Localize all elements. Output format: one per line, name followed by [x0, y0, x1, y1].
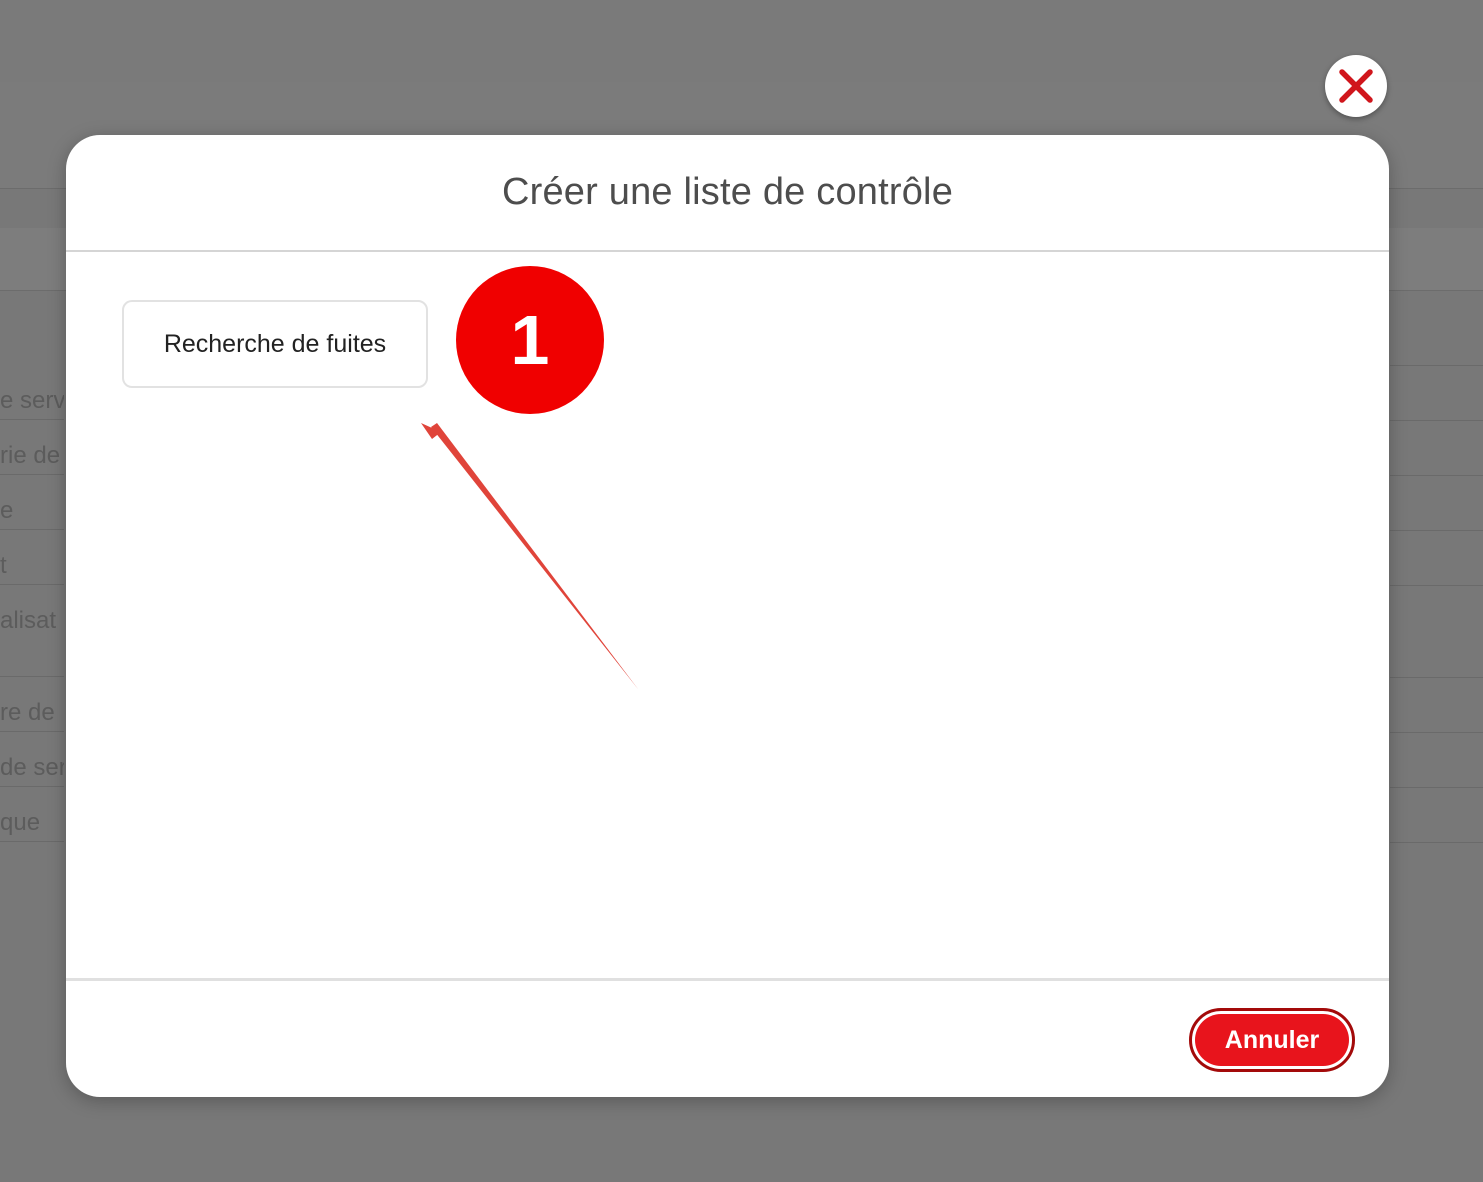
modal-footer: Annuler	[66, 978, 1389, 1097]
modal-title: Créer une liste de contrôle	[501, 171, 954, 213]
modal-body: Recherche de fuites 1	[66, 252, 1389, 978]
background-row-label: de ser	[0, 754, 64, 781]
background-row-divider	[1390, 787, 1483, 788]
background-row: alisat	[0, 585, 64, 677]
background-header-band	[0, 0, 1483, 83]
background-row-divider	[1390, 732, 1483, 733]
background-row-label: re de	[0, 699, 55, 726]
background-row: e serv	[0, 365, 64, 420]
background-row-divider	[1390, 475, 1483, 476]
create-checklist-modal: Créer une liste de contrôle Recherche de…	[66, 135, 1389, 1097]
annotation-arrow-icon	[421, 423, 638, 689]
cancel-button-label: Annuler	[1224, 1025, 1320, 1054]
background-row: e	[0, 475, 64, 530]
background-row-divider	[1390, 842, 1483, 843]
background-row-divider	[1390, 530, 1483, 531]
cancel-button-fill: Annuler	[1195, 1014, 1349, 1066]
background-row-label: e serv	[0, 387, 64, 414]
close-button[interactable]	[1325, 55, 1387, 117]
close-x-icon	[1339, 69, 1373, 103]
background-row: re de	[0, 677, 64, 732]
background-row: que	[0, 787, 64, 842]
background-row-divider	[1390, 420, 1483, 421]
background-row: rie de	[0, 420, 64, 475]
background-row-label: t	[0, 552, 7, 579]
background-row-label: e	[0, 497, 14, 524]
background-row-divider	[1390, 585, 1483, 586]
background-row-divider	[1390, 677, 1483, 678]
background-row: t	[0, 530, 64, 585]
background-row-divider	[1390, 365, 1483, 366]
background-row-label: rie de	[0, 442, 61, 469]
modal-header: Créer une liste de contrôle	[66, 135, 1389, 252]
cancel-button[interactable]: Annuler	[1189, 1008, 1355, 1072]
background-row: de ser	[0, 732, 64, 787]
background-row-label: alisat	[0, 607, 57, 634]
background-row-label: que	[0, 809, 41, 836]
